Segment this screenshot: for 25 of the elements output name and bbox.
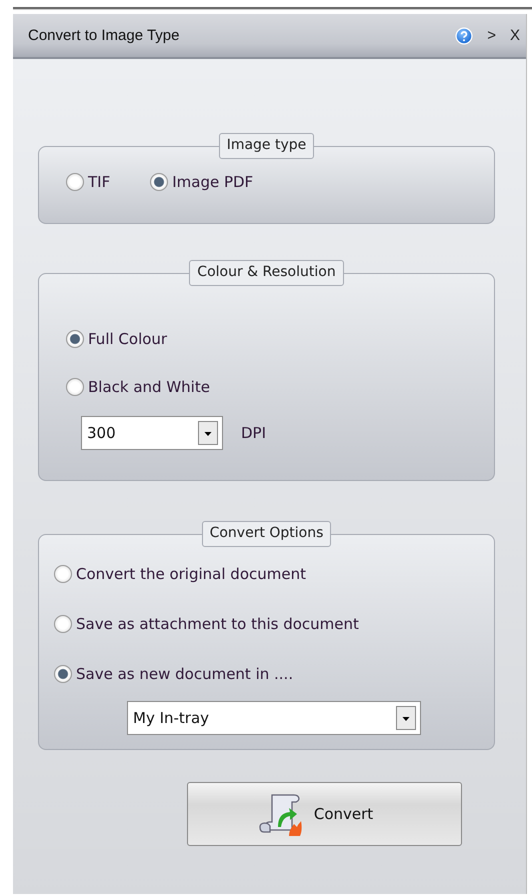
unit-label: DPI (241, 424, 266, 442)
radio-button[interactable] (66, 378, 84, 396)
radio-label: Full Colour (88, 330, 168, 348)
group-label: Convert Options (202, 521, 332, 547)
dropdown-field[interactable]: 300 (81, 416, 223, 450)
radio-button[interactable] (54, 615, 72, 633)
close-button[interactable]: X (510, 27, 520, 44)
dropdown-field[interactable]: My In-tray (127, 701, 421, 735)
convert-button[interactable]: Convert (187, 782, 462, 846)
radio-label: Black and White (88, 378, 210, 396)
expand-button[interactable]: > (487, 27, 496, 44)
radio-button[interactable] (150, 173, 168, 191)
window-title: Convert to Image Type (28, 27, 180, 44)
radio-button[interactable] (66, 330, 84, 348)
radio-label: Image PDF (172, 173, 254, 191)
radio-label: TIF (88, 173, 110, 191)
help-icon[interactable] (455, 26, 474, 44)
radio-button[interactable] (54, 665, 72, 683)
group-label: Image type (218, 133, 314, 159)
group-label: Colour & Resolution (189, 260, 344, 286)
radio-button[interactable] (54, 565, 72, 583)
radio-label: Save as new document in .... (76, 665, 294, 683)
radio-label: Convert the original document (76, 565, 306, 583)
radio-button[interactable] (66, 173, 84, 191)
radio-label: Save as attachment to this document (76, 615, 359, 633)
